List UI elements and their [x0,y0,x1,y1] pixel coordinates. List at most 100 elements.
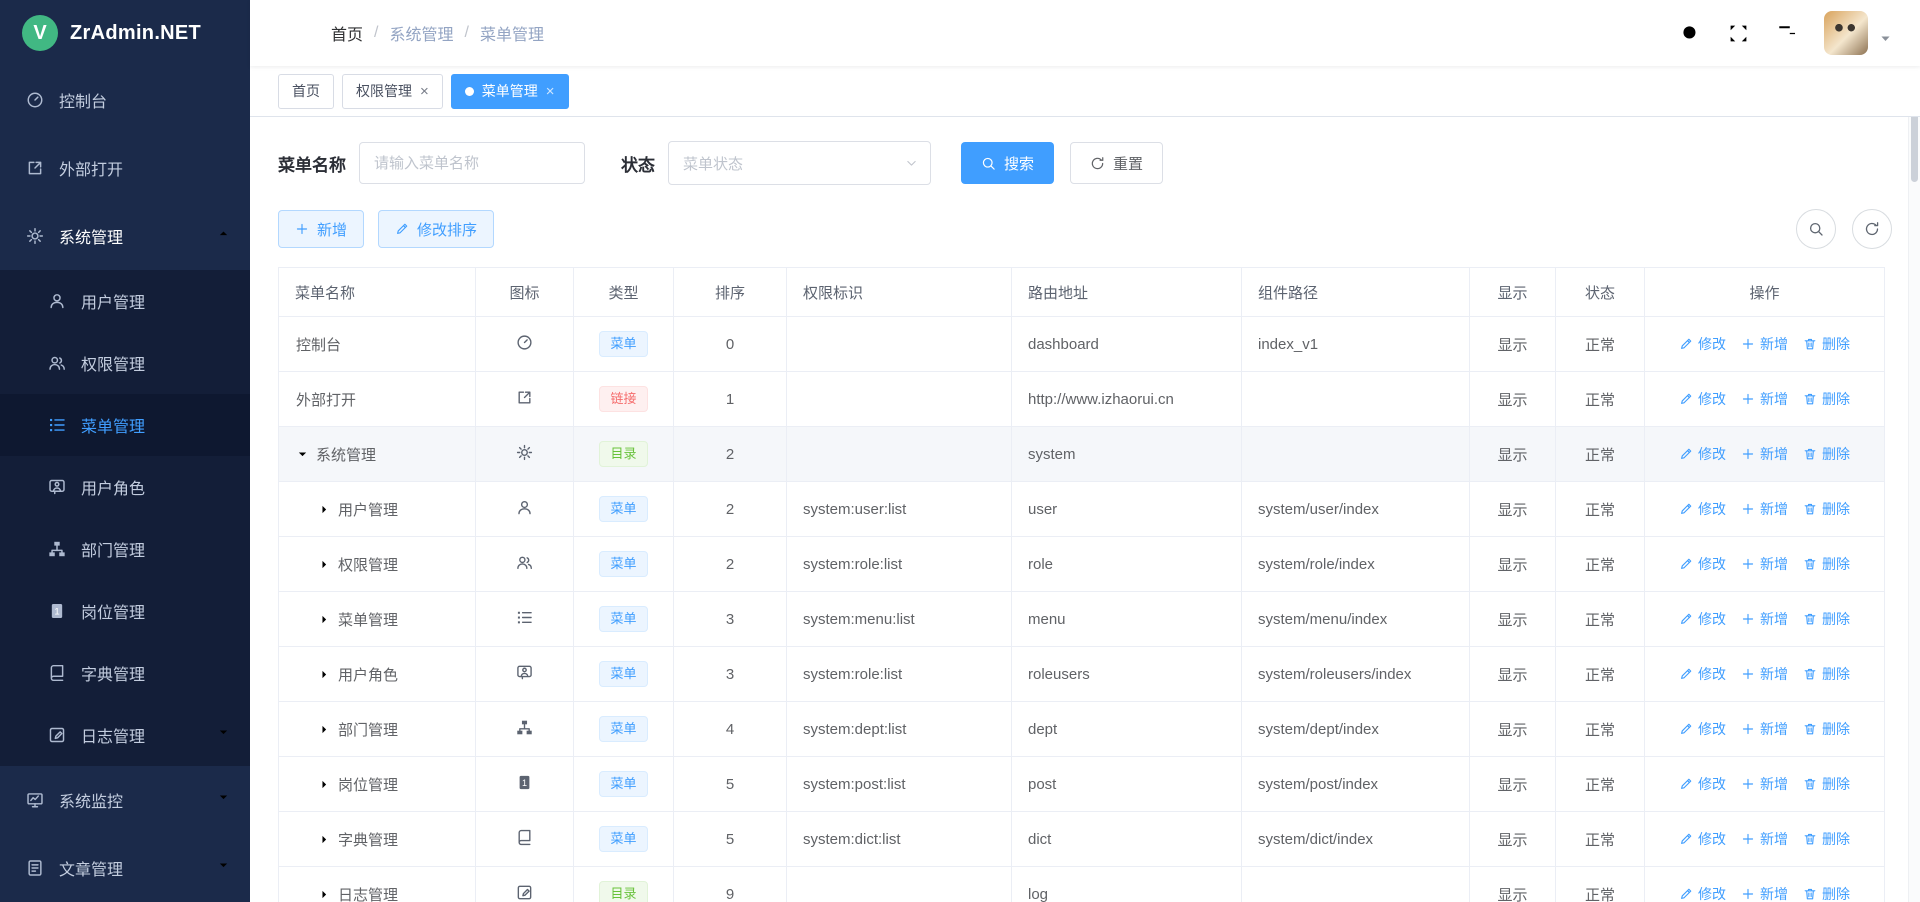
sidebar-item-role[interactable]: 权限管理 [0,332,250,394]
delete-link[interactable]: 删除 [1803,389,1850,409]
route-value: http://www.izhaorui.cn [1012,372,1242,427]
delete-link[interactable]: 删除 [1803,334,1850,354]
perm-value: system:role:list [787,537,1012,592]
route-value: role [1012,537,1242,592]
edit-link[interactable]: 修改 [1679,554,1726,574]
expand-right-icon[interactable] [318,668,331,681]
search-button[interactable]: 搜索 [961,142,1054,184]
tab-0[interactable]: 首页 [278,74,334,109]
delete-link[interactable]: 删除 [1803,829,1850,849]
sidebar-item-external[interactable]: 外部打开 [0,134,250,202]
expand-right-icon[interactable] [318,723,331,736]
sidebar-item-menu[interactable]: 菜单管理 [0,394,250,456]
status-value: 正常 [1556,372,1645,427]
expand-right-icon[interactable] [318,503,331,516]
perm-value [787,427,1012,482]
sidebar-item-post[interactable]: 1岗位管理 [0,580,250,642]
menu-name: 用户管理 [338,499,398,520]
visible-value: 显示 [1470,812,1556,867]
add-link[interactable]: 新增 [1741,499,1788,519]
sidebar-item-dept[interactable]: 部门管理 [0,518,250,580]
fullscreen-icon[interactable] [1728,23,1749,44]
route-value: dashboard [1012,317,1242,372]
sidebar-item-article[interactable]: 文章管理 [0,834,250,902]
expand-right-icon[interactable] [318,888,331,901]
menu-name-input[interactable] [359,142,585,184]
edit-icon [1679,557,1693,571]
delete-link[interactable]: 删除 [1803,609,1850,629]
edit-link[interactable]: 修改 [1679,499,1726,519]
edit-icon [1679,392,1693,406]
sidebar-item-label: 字典管理 [81,661,145,685]
add-link[interactable]: 新增 [1741,719,1788,739]
route-value: log [1012,867,1242,902]
tree-icon [48,540,66,558]
status-select[interactable]: 菜单状态 [668,141,931,185]
avatar[interactable] [1824,11,1868,55]
edit-link[interactable]: 修改 [1679,334,1726,354]
add-link[interactable]: 新增 [1741,774,1788,794]
delete-link[interactable]: 删除 [1803,884,1850,902]
component-value: index_v1 [1242,317,1470,372]
breadcrumb-item[interactable]: 系统管理 [389,21,453,45]
column-header: 排序 [674,268,787,317]
sidebar-item-roleusers[interactable]: 用户角色 [0,456,250,518]
reset-button[interactable]: 重置 [1070,142,1163,184]
add-link[interactable]: 新增 [1741,664,1788,684]
sidebar-item-user[interactable]: 用户管理 [0,270,250,332]
hamburger-icon[interactable] [278,22,301,45]
page-scrollbar[interactable] [1908,0,1920,902]
edit-link[interactable]: 修改 [1679,444,1726,464]
add-link[interactable]: 新增 [1741,389,1788,409]
delete-link[interactable]: 删除 [1803,719,1850,739]
add-link[interactable]: 新增 [1741,884,1788,902]
expand-right-icon[interactable] [318,558,331,571]
add-button[interactable]: 新增 [278,210,364,248]
sidebar-item-system[interactable]: 系统管理 [0,202,250,270]
edit-link[interactable]: 修改 [1679,664,1726,684]
edit-link[interactable]: 修改 [1679,609,1726,629]
breadcrumb-item[interactable]: 菜单管理 [480,21,544,45]
chevron-down-icon [217,726,230,744]
sidebar-item-dashboard[interactable]: 控制台 [0,66,250,134]
refresh-table-button[interactable] [1852,209,1892,249]
add-link[interactable]: 新增 [1741,444,1788,464]
edit-link[interactable]: 修改 [1679,884,1726,902]
close-icon[interactable]: × [546,84,555,99]
delete-link[interactable]: 删除 [1803,554,1850,574]
edit-link[interactable]: 修改 [1679,774,1726,794]
edit-link[interactable]: 修改 [1679,829,1726,849]
trash-icon [1803,502,1817,516]
type-tag: 目录 [599,881,647,902]
tab-2[interactable]: 菜单管理× [451,74,569,109]
plus-icon [1741,832,1755,846]
delete-link[interactable]: 删除 [1803,664,1850,684]
sort-edit-button[interactable]: 修改排序 [378,210,494,248]
expand-right-icon[interactable] [318,833,331,846]
toggle-search-button[interactable] [1796,209,1836,249]
sidebar-item-log[interactable]: 日志管理 [0,704,250,766]
add-link[interactable]: 新增 [1741,554,1788,574]
caret-down-icon[interactable] [1879,32,1892,45]
search-icon[interactable] [1680,23,1701,44]
sidebar-item-dict[interactable]: 字典管理 [0,642,250,704]
add-link[interactable]: 新增 [1741,829,1788,849]
delete-link[interactable]: 删除 [1803,499,1850,519]
route-value: dept [1012,702,1242,757]
edit-link[interactable]: 修改 [1679,389,1726,409]
sidebar-item-monitor[interactable]: 系统监控 [0,766,250,834]
expand-right-icon[interactable] [318,778,331,791]
expand-down-icon[interactable] [296,448,309,461]
expand-right-icon[interactable] [318,613,331,626]
delete-link[interactable]: 删除 [1803,774,1850,794]
breadcrumb-item[interactable]: 首页 [331,21,363,45]
edit-link[interactable]: 修改 [1679,719,1726,739]
delete-link[interactable]: 删除 [1803,444,1850,464]
add-link[interactable]: 新增 [1741,609,1788,629]
tab-label: 首页 [292,81,320,101]
add-link[interactable]: 新增 [1741,334,1788,354]
type-tag: 链接 [599,386,647,412]
close-icon[interactable]: × [420,84,429,99]
tab-1[interactable]: 权限管理× [342,74,443,109]
font-size-icon[interactable] [1776,23,1797,44]
